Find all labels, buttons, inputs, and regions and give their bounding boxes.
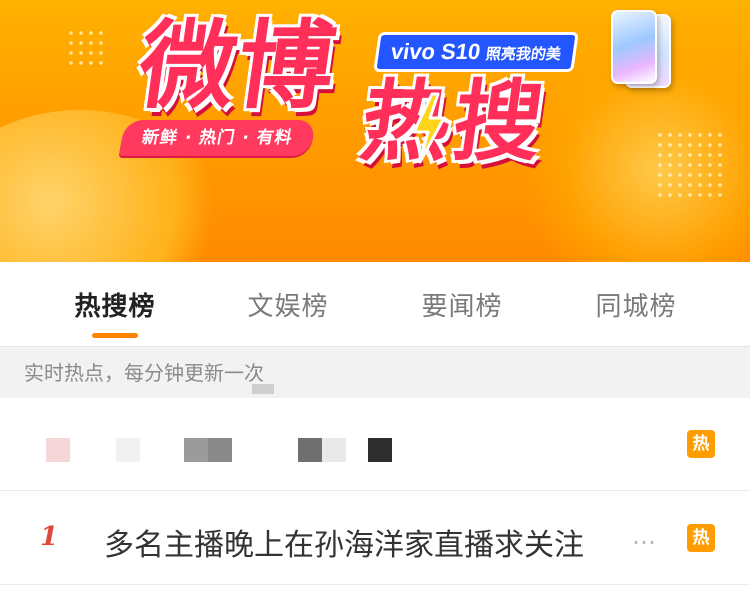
lightning-icon [412, 92, 446, 164]
hot-badge-icon: 热 [687, 524, 715, 552]
more-ellipsis: … [632, 522, 658, 550]
ad-badge[interactable]: vivo S10 照亮我的美 [373, 32, 580, 72]
active-tab-indicator [92, 333, 138, 338]
tab-entertainment[interactable]: 文娱榜 [213, 286, 363, 323]
banner-tagline: 新鲜 · 热门 · 有料 [118, 120, 316, 156]
banner-dot-pattern [655, 130, 725, 200]
banner-dot-pattern [66, 28, 106, 68]
ad-brand: vivo S10 [389, 39, 483, 64]
hot-badge-icon: 热 [687, 430, 715, 458]
tab-hot-search[interactable]: 热搜榜 [40, 286, 190, 323]
rank-number: 1 [40, 522, 59, 552]
tab-news[interactable]: 要闻榜 [387, 286, 537, 323]
tab-local[interactable]: 同城榜 [561, 286, 711, 323]
weibo-hot-search-banner: 微博 热搜 新鲜 · 热门 · 有料 vivo S10 照亮我的美 [0, 0, 750, 262]
list-item[interactable]: 1 多名主播晚上在孙海洋家直播求关注 … 热 [0, 492, 750, 585]
ad-slogan: 照亮我的美 [484, 45, 563, 63]
list-item[interactable]: 热 [0, 384, 750, 491]
hot-search-title: 多名主播晚上在孙海洋家直播求关注 [104, 528, 584, 563]
banner-title-hot-search: 热搜 [354, 70, 554, 173]
phone-ad-image [611, 10, 657, 84]
update-notice: 实时热点，每分钟更新一次 [0, 346, 750, 398]
banner-title-weibo: 微博 [132, 10, 344, 122]
